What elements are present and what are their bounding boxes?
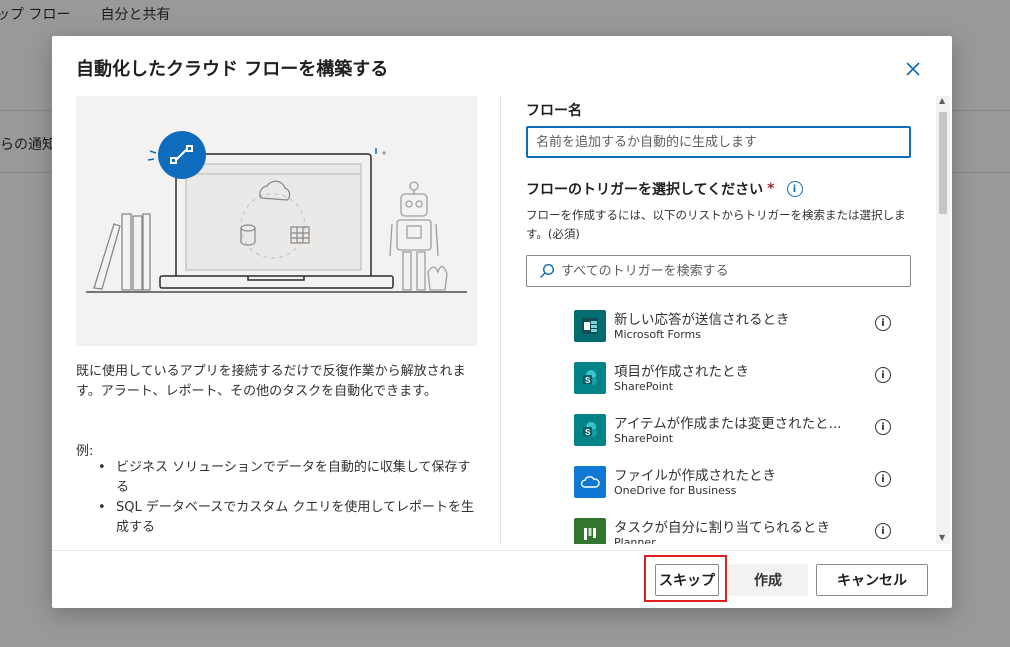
close-icon[interactable] xyxy=(904,60,922,78)
onedrive-icon xyxy=(574,466,606,498)
examples-label: 例: xyxy=(76,444,94,459)
info-icon[interactable]: i xyxy=(875,419,891,435)
robot-icon xyxy=(389,181,448,291)
trigger-connector: Planner xyxy=(614,536,656,544)
flow-name-label: フロー名 xyxy=(526,103,582,119)
sharepoint-icon: S xyxy=(574,362,606,394)
dialog-title: 自動化したクラウド フローを構築する xyxy=(76,59,389,80)
trigger-item-forms-new-response[interactable]: 新しい応答が送信されるとき Microsoft Forms i xyxy=(574,308,904,360)
trigger-help-text: フローを作成するには、以下のリストからトリガーを検索または選択します。(必須) xyxy=(526,208,906,241)
scrollbar[interactable]: ▲ ▼ xyxy=(936,96,950,544)
info-icon[interactable]: i xyxy=(875,315,891,331)
trigger-item-sharepoint-item-created-or-modified[interactable]: S アイテムが作成または変更されたと... SharePoint i xyxy=(574,412,904,464)
scrollbar-thumb[interactable] xyxy=(939,112,947,214)
flow-name-input[interactable] xyxy=(526,126,911,158)
info-icon[interactable]: i xyxy=(786,181,803,197)
scroll-up-icon[interactable]: ▲ xyxy=(939,96,945,105)
planner-icon xyxy=(574,518,606,544)
skip-button[interactable]: スキップ xyxy=(655,564,719,596)
required-mark: * xyxy=(767,181,775,197)
trigger-connector: SharePoint xyxy=(614,380,674,393)
info-icon[interactable]: i xyxy=(875,523,891,539)
trigger-connector: Microsoft Forms xyxy=(614,328,701,341)
create-button[interactable]: 作成 xyxy=(728,564,808,596)
dialog-description: 既に使用しているアプリを接続するだけで反復作業から解放されます。アラート、レポー… xyxy=(76,364,466,399)
trigger-item-onedrive-file-created[interactable]: ファイルが作成されたとき OneDrive for Business i xyxy=(574,464,904,516)
trigger-title: 新しい応答が送信されるとき xyxy=(614,312,790,328)
trigger-connector: SharePoint xyxy=(614,432,674,445)
trigger-list: 新しい応答が送信されるとき Microsoft Forms i S 項目が作成さ… xyxy=(574,308,904,544)
trigger-title: タスクが自分に割り当てられるとき xyxy=(614,520,830,536)
column-divider xyxy=(500,96,501,544)
examples-list: ビジネス ソリューションでデータを自動的に収集して保存する SQL データベース… xyxy=(98,458,478,538)
list-item: SQL データベースでカスタム クエリを使用してレポートを生成する xyxy=(98,498,478,538)
illustration xyxy=(76,96,477,346)
svg-text:S: S xyxy=(585,376,591,385)
trigger-search-input[interactable] xyxy=(561,263,901,279)
trigger-label: フローのトリガーを選択してください xyxy=(526,182,764,198)
trigger-title: アイテムが作成または変更されたと... xyxy=(614,416,842,432)
cancel-button[interactable]: キャンセル xyxy=(816,564,928,596)
trigger-label-row: フローのトリガーを選択してください * i xyxy=(526,179,803,199)
list-item: ビジネス ソリューションでデータを自動的に収集して保存する xyxy=(98,458,478,498)
sharepoint-icon: S xyxy=(574,414,606,446)
trigger-search-box[interactable] xyxy=(526,255,911,287)
trigger-item-planner-task-assigned[interactable]: タスクが自分に割り当てられるとき Planner i xyxy=(574,516,904,544)
trigger-connector: OneDrive for Business xyxy=(614,484,737,497)
books-icon xyxy=(93,213,151,291)
build-flow-dialog: 自動化したクラウド フローを構築する 既に使用しているアプリを接続するだけで反復… xyxy=(52,36,952,608)
right-panel: フロー名 フローのトリガーを選択してください * i フローを作成するには、以下… xyxy=(526,96,912,544)
forms-icon xyxy=(574,310,606,342)
svg-text:S: S xyxy=(585,428,591,437)
info-icon[interactable]: i xyxy=(875,367,891,383)
footer-divider xyxy=(52,550,952,551)
search-icon xyxy=(540,263,555,278)
trigger-item-sharepoint-item-created[interactable]: S 項目が作成されたとき SharePoint i xyxy=(574,360,904,412)
info-icon[interactable]: i xyxy=(875,471,891,487)
scroll-down-icon[interactable]: ▼ xyxy=(939,533,945,542)
trigger-title: ファイルが作成されたとき xyxy=(614,468,776,484)
trigger-title: 項目が作成されたとき xyxy=(614,364,749,380)
